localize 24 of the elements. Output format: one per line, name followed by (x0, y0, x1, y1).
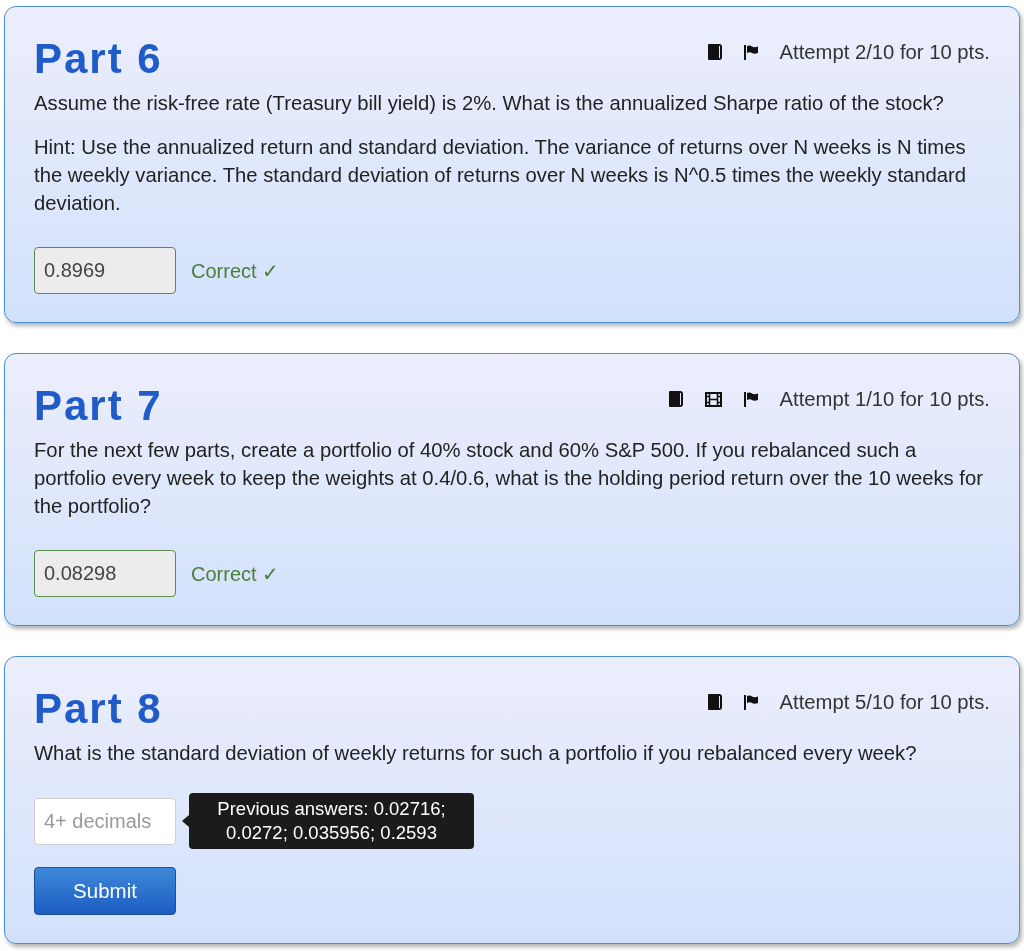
answer-field[interactable]: 0.08298 (34, 550, 176, 597)
attempt-info: Attempt 5/10 for 10 pts. (779, 690, 990, 715)
answer-field[interactable]: 0.8969 (34, 247, 176, 294)
book-icon[interactable] (707, 44, 722, 60)
part-title: Part 6 (34, 35, 163, 83)
feedback-text: Correct ✓ (191, 258, 280, 284)
previous-answers-tooltip: Previous answers: 0.02716; 0.0272; 0.035956; 0.2593 (182, 793, 474, 849)
question-text: For the next few parts, create a portfolio of 40% stock and 60% S&P 500. If you rebalanced such a portfolio every week to keep the weights at 0.4/0.6, what is the holding period return over the 10 weeks for the portfolio? (34, 438, 984, 519)
answer-field[interactable]: 4+ decimals (34, 797, 176, 845)
film-icon[interactable] (704, 391, 722, 407)
feedback-text: Correct ✓ (191, 561, 280, 587)
part-title: Part 8 (34, 685, 163, 733)
part-title: Part 7 (34, 382, 163, 430)
question-text: Hint: Use the annualized return and standard deviation. The variance of returns over N weeks is N times the weekly variance. The standard deviation of returns over N weeks is N^0.5 times the weekly standard deviation. (34, 135, 968, 216)
flag-icon[interactable] (743, 44, 758, 60)
flag-icon[interactable] (743, 694, 758, 710)
submit-button[interactable]: Submit (34, 867, 176, 915)
question-text: What is the standard deviation of weekly returns for such a portfolio if you rebalanced every week? (34, 741, 918, 766)
book-icon[interactable] (707, 694, 722, 710)
flag-icon[interactable] (743, 391, 758, 407)
question-text: Assume the risk-free rate (Treasury bill yield) is 2%. What is the annualized Sharpe ratio of the stock? (34, 91, 945, 116)
attempt-info: Attempt 2/10 for 10 pts. (779, 40, 990, 65)
book-icon[interactable] (668, 391, 683, 407)
attempt-info: Attempt 1/10 for 10 pts. (779, 387, 990, 412)
